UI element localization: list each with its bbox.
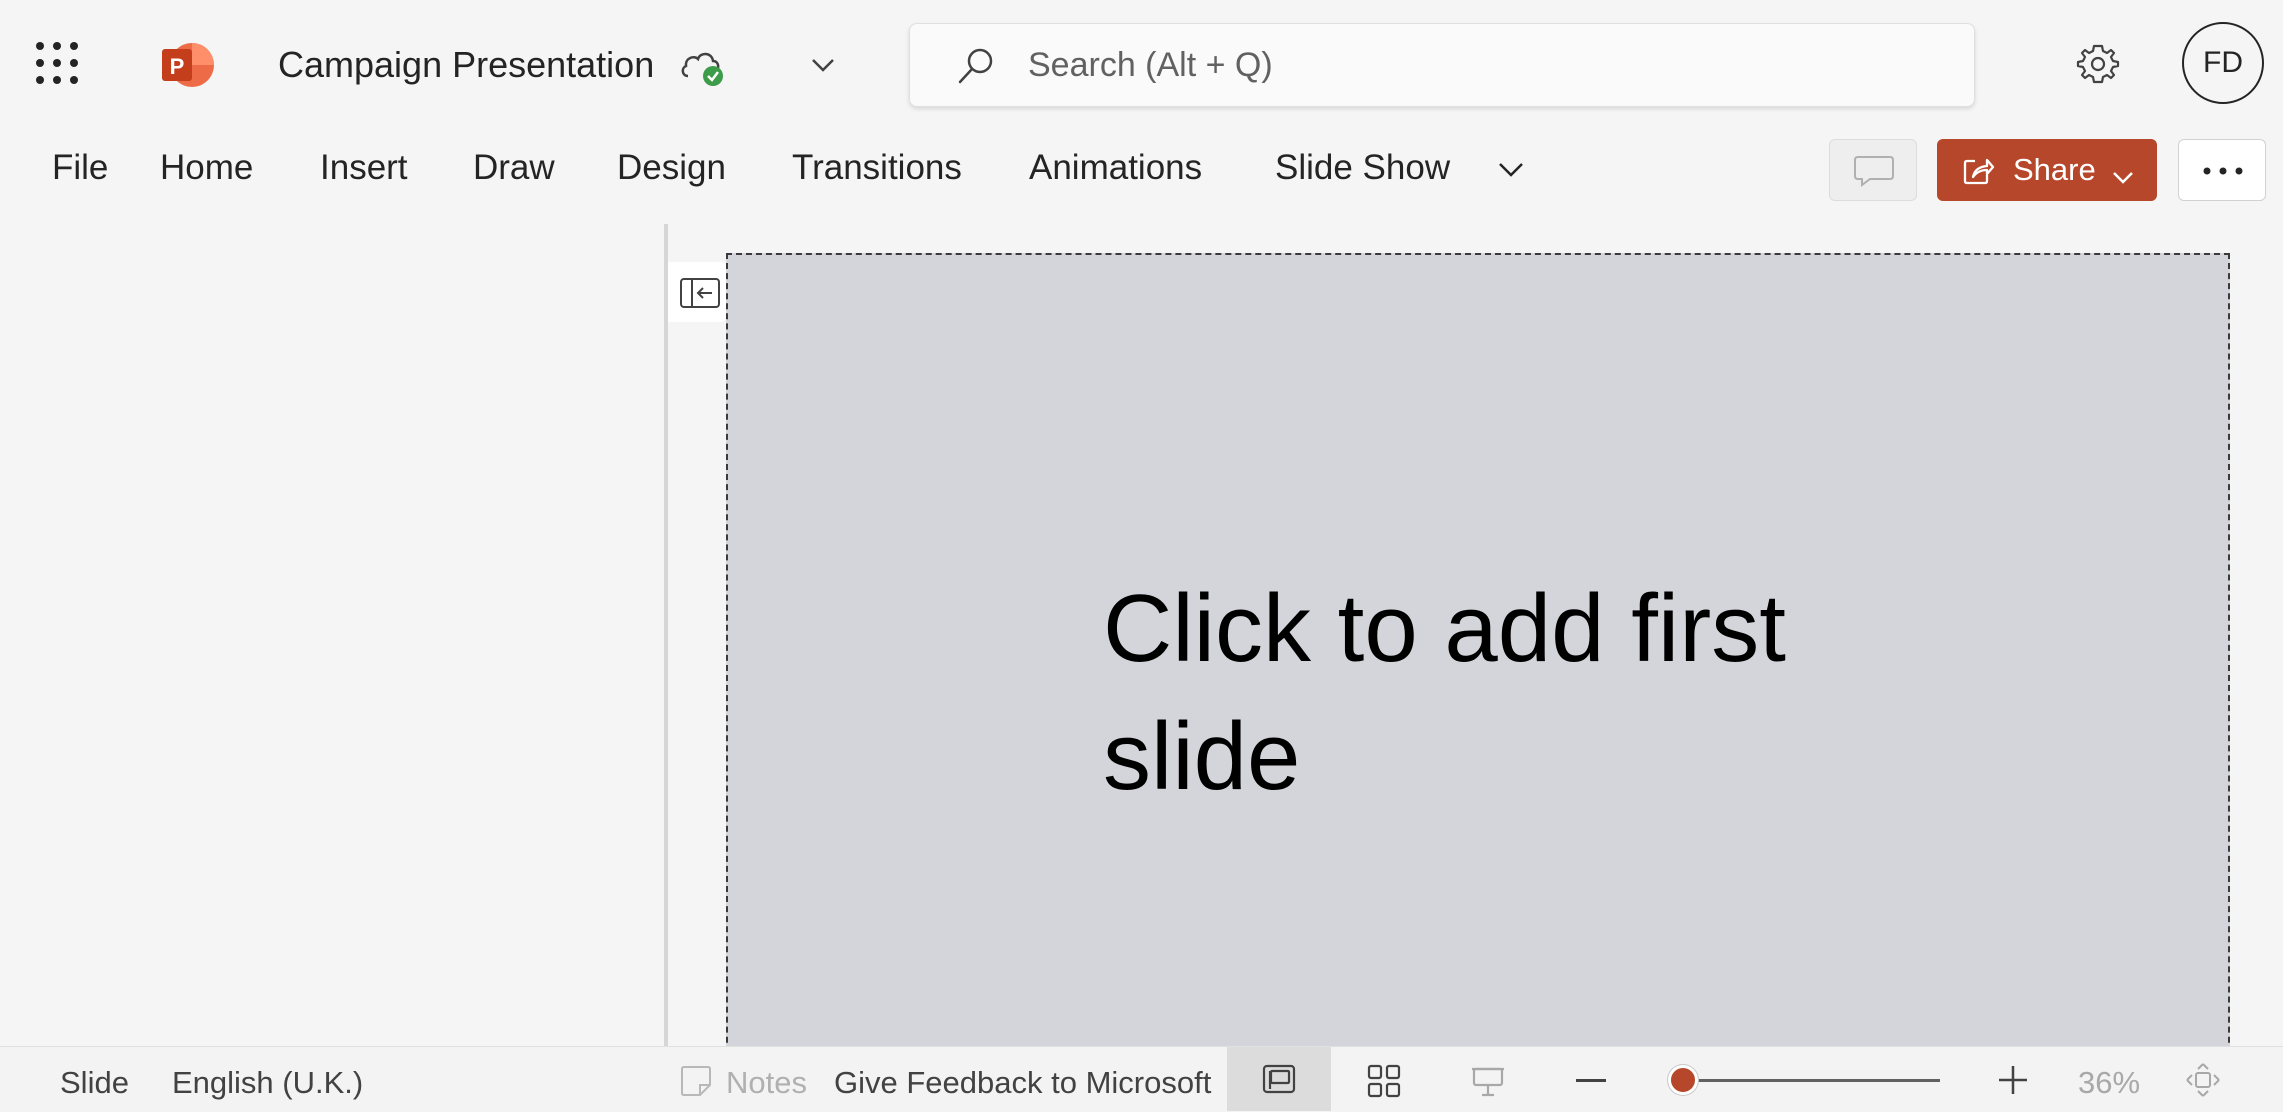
share-icon [1961,153,1995,187]
powerpoint-logo-icon: P [160,40,216,90]
app-launcher-icon[interactable] [36,42,78,84]
title-dropdown-chevron-icon[interactable] [808,54,838,76]
slide-canvas[interactable]: Click to add first slide [726,253,2230,1103]
slide-indicator: Slide [60,1065,129,1100]
tab-design[interactable]: Design [617,148,726,188]
zoom-in-icon[interactable] [1996,1063,2030,1097]
notes-button[interactable]: Notes [726,1065,807,1101]
zoom-out-icon[interactable] [1576,1079,1606,1082]
tab-slide-show[interactable]: Slide Show [1275,148,1450,188]
settings-gear-icon[interactable] [2074,40,2122,88]
notes-icon[interactable] [678,1063,714,1099]
normal-view-button[interactable] [1227,1047,1331,1111]
reading-view-icon[interactable] [1470,1063,1506,1099]
search-icon [954,44,998,88]
share-label: Share [2013,152,2096,187]
search-placeholder: Search (Alt + Q) [1028,46,1273,84]
tab-home[interactable]: Home [160,148,253,188]
tab-animations[interactable]: Animations [1029,148,1202,188]
zoom-level[interactable]: 36% [2078,1065,2140,1101]
language-indicator[interactable]: English (U.K.) [172,1065,363,1101]
slide-sorter-icon[interactable] [1366,1063,1402,1099]
svg-text:P: P [170,54,185,79]
tab-insert[interactable]: Insert [320,148,408,188]
tab-draw[interactable]: Draw [473,148,555,188]
zoom-slider-thumb[interactable] [1668,1065,1698,1095]
comment-icon [1852,154,1896,188]
collapse-pane-icon [678,276,722,310]
more-tabs-chevron-icon[interactable] [1494,158,1528,182]
normal-view-icon [1261,1061,1297,1097]
slide-title-placeholder[interactable]: Click to add first slide [1103,565,1903,821]
share-chevron-icon [2110,160,2136,184]
status-bar: Slide English (U.K.) Notes Give Feedback… [0,1046,2283,1112]
zoom-slider-track[interactable] [1680,1079,1940,1082]
collapse-pane-button[interactable] [668,262,728,322]
more-options-button[interactable] [2178,139,2266,201]
feedback-link[interactable]: Give Feedback to Microsoft [834,1065,1211,1101]
slide-thumbnail-pane[interactable] [0,224,664,1046]
pane-divider[interactable] [664,224,668,1046]
share-button[interactable]: Share [1937,139,2157,201]
tab-file[interactable]: File [52,148,108,188]
comments-button[interactable] [1829,139,1917,201]
ellipsis-icon [2199,164,2247,176]
user-avatar[interactable]: FD [2182,22,2264,104]
search-input[interactable]: Search (Alt + Q) [909,23,1975,107]
fit-to-window-icon[interactable] [2184,1061,2222,1099]
document-title[interactable]: Campaign Presentation [278,44,654,86]
cloud-saved-icon[interactable] [678,44,726,88]
tab-transitions[interactable]: Transitions [792,148,962,188]
title-bar: P Campaign Presentation Search (Alt + Q)… [0,0,2283,128]
